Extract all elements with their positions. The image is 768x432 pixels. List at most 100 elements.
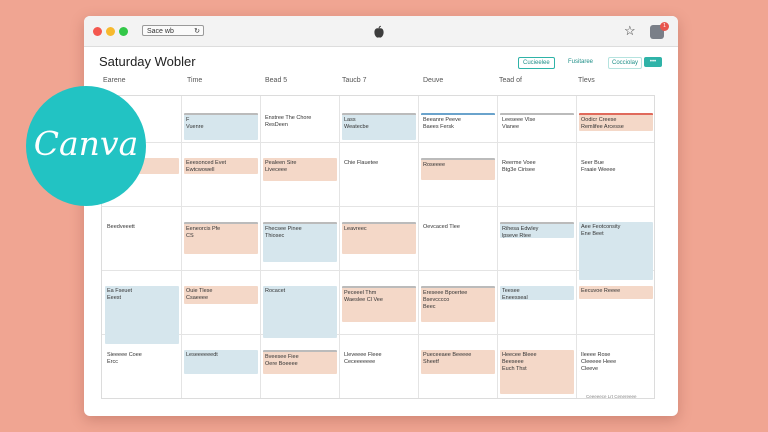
event-card[interactable]: Lass Weatecbe xyxy=(342,113,416,140)
column-header: Taucb 7 xyxy=(342,77,367,84)
event-card[interactable]: Oevcaced Tlee xyxy=(421,222,495,236)
event-card[interactable]: Peceeel Thm Waeslee Cl Vee xyxy=(342,286,416,322)
column-header: Deuve xyxy=(423,77,444,84)
column-header: Tlevs xyxy=(578,77,595,84)
event-text: Leavreec xyxy=(344,226,367,232)
calendar-grid: HodtiseFVuenreEnstree The ChoreResDeenLa… xyxy=(101,95,655,399)
column-header: Earene xyxy=(103,77,126,84)
row-divider xyxy=(102,142,654,143)
event-text: Reerme Voee xyxy=(502,160,536,166)
event-text: Eneesseal xyxy=(502,295,528,300)
row-divider xyxy=(102,206,654,207)
event-card[interactable]: Pealeen Sire Liveceee xyxy=(263,158,337,181)
event-text: Heecee Bleee xyxy=(502,352,537,358)
event-card[interactable]: Heecee Bleee Beeseee Euch Thst xyxy=(500,350,574,394)
event-card[interactable]: Chie Flauetee xyxy=(342,158,416,174)
event-text: Vuenre xyxy=(186,124,204,130)
event-card[interactable]: Pueceeaee Beeeee Sheetf xyxy=(421,350,495,374)
event-text: Beeseee xyxy=(502,359,524,365)
event-text: ResDeen xyxy=(265,122,288,128)
event-card[interactable]: Leeseee Vlse Vianee xyxy=(500,113,574,129)
event-text: Ereseee Bpoertee xyxy=(423,290,468,296)
event-card[interactable]: Sieeeee Coee Ercc xyxy=(105,350,179,382)
event-card[interactable]: Reerme Voee Btg3e Cirisee xyxy=(500,158,574,178)
event-text: Teesee xyxy=(502,288,520,294)
event-text: Ileeee Rose xyxy=(581,352,611,358)
minimize-window-button[interactable] xyxy=(106,27,115,36)
event-text: Leseeeeeedt xyxy=(186,352,218,358)
event-card[interactable]: Beeanre PeeveBaees FerskEwlhie xyxy=(421,113,495,129)
column-header: Time xyxy=(187,77,203,84)
event-text: Ewtcwowell xyxy=(186,167,215,173)
action-link-2[interactable]: Fusitaree xyxy=(568,57,593,67)
event-card[interactable]: Eeesonced Evet Ewtcwowell xyxy=(184,158,258,174)
event-text: Eeest xyxy=(107,295,122,301)
event-card[interactable]: Eecuvoe Reeee xyxy=(579,286,653,299)
event-card[interactable]: Oodicr Creese Remlifee Arcesse xyxy=(579,113,653,131)
event-text: Thiosec xyxy=(265,233,285,239)
maximize-window-button[interactable] xyxy=(119,27,128,36)
event-card[interactable]: Seer Bue Fraaie Weeee xyxy=(579,158,653,176)
event-card[interactable]: Roseeee xyxy=(421,158,495,180)
event-card[interactable]: Leavreec xyxy=(342,222,416,254)
event-text: lpseve Rtee xyxy=(502,233,532,238)
canva-logo-text: Canva xyxy=(33,124,139,163)
event-text: Ceceeeeeee xyxy=(344,359,376,365)
action-button-1[interactable]: Cucieelee xyxy=(518,57,555,69)
event-text: Peceeel Thm xyxy=(344,290,377,296)
event-card[interactable]: F Vuenre xyxy=(184,113,258,140)
refresh-icon[interactable]: ↻ xyxy=(194,26,200,37)
event-text: Pealeen Sire xyxy=(265,160,297,166)
event-card[interactable]: Rocacet xyxy=(263,286,337,338)
bookmark-star-icon[interactable]: ☆ xyxy=(624,24,636,38)
event-text: Bsevcccco xyxy=(423,297,450,303)
event-card[interactable]: Aee Feotconsity Ene Beet xyxy=(579,222,653,280)
event-text: Fhecsee Pinee xyxy=(265,226,302,232)
address-bar[interactable]: Sace wb ↻ xyxy=(142,25,204,36)
event-text: Waeslee Cl Vee xyxy=(344,297,383,303)
event-card[interactable]: Leseeeeeedt xyxy=(184,350,258,374)
event-text: Rihesa Edwley xyxy=(502,226,539,232)
page-title: Saturday Wobler xyxy=(99,54,196,69)
event-card[interactable]: Fhecsee Pinee Thiosec xyxy=(263,222,337,262)
event-text: Leeseee Vlse xyxy=(502,117,536,123)
event-card[interactable]: Beedveeett xyxy=(105,222,179,234)
event-text: Seer Bue xyxy=(581,160,604,166)
event-text: Ea Fseuet xyxy=(107,288,133,294)
event-text: Lleveeee Fleee xyxy=(344,352,382,358)
event-text: F xyxy=(186,117,190,123)
event-card[interactable]: Lleveeee Fleee Ceceeeeeee xyxy=(342,350,416,380)
event-text: Pueceeaee Beeeee xyxy=(423,352,472,358)
event-text: Liveceee xyxy=(265,167,288,173)
app-logo-icon xyxy=(374,25,384,38)
event-card[interactable]: Teesee Eneesseal xyxy=(500,286,574,300)
event-text: Roseeee xyxy=(423,162,446,168)
event-card[interactable]: Ouie Tlese Csaeeee xyxy=(184,286,258,304)
event-card[interactable]: Eeneorcis Pfe CS xyxy=(184,222,258,254)
column-header: Bead 5 xyxy=(265,77,288,84)
event-text: Oodicr Creese xyxy=(581,117,617,123)
row-divider xyxy=(102,334,654,335)
event-text: Euch Thst xyxy=(502,366,527,372)
action-button-3[interactable]: Cocciolay xyxy=(608,57,643,69)
event-card[interactable]: Ereseee Bpoertee Bsevcccco Beec xyxy=(421,286,495,322)
event-text: Ouie Tlese xyxy=(186,288,213,294)
more-actions-button[interactable]: ••• xyxy=(644,57,662,67)
close-window-button[interactable] xyxy=(93,27,102,36)
event-text: Beec xyxy=(423,304,436,310)
event-card[interactable]: Enstree The Chore ResDeen xyxy=(263,113,337,131)
event-text: Oere Boeeee xyxy=(265,361,298,367)
event-text: Aee Feotconsity xyxy=(581,224,621,230)
event-card[interactable]: Rihesa Edwley lpseve Rtee xyxy=(500,222,574,238)
event-card[interactable]: Ea Fseuet Eeest xyxy=(105,286,179,344)
notification-badge: 1 xyxy=(660,22,669,31)
event-card[interactable]: Bveesee Fiee Oere Boeeee xyxy=(263,350,337,374)
event-text: Eeesonced Evet xyxy=(186,160,227,166)
event-text: Btg3e Cirisee xyxy=(502,167,536,173)
event-text: Beedveeett xyxy=(107,224,135,230)
event-text: Rocacet xyxy=(265,288,286,294)
event-text: Chie Flauetee xyxy=(344,160,379,166)
canva-logo: Canva xyxy=(26,86,146,206)
event-text: Ene Beet xyxy=(581,231,604,237)
event-card[interactable]: Ileeee Rose Cleeeee Heee Cleeve xyxy=(579,350,653,372)
